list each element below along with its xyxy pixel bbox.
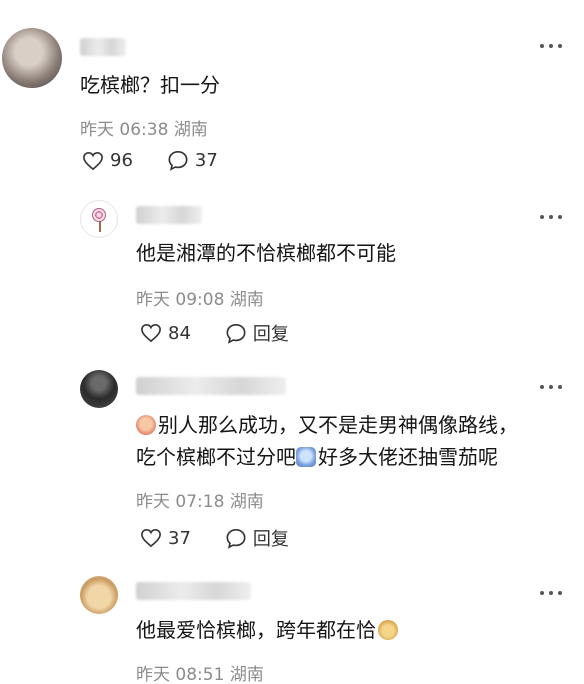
comment-text: 他最爱恰槟榔，跨年都在恰 [136, 615, 400, 645]
comment-location: 湖南 [229, 290, 264, 310]
avatar[interactable] [80, 576, 118, 614]
like-button[interactable]: 84 [140, 323, 191, 344]
reply-count-button[interactable]: 37 [167, 150, 218, 171]
reply-label: 回复 [252, 529, 289, 550]
heart-outline-icon [141, 528, 161, 548]
laughing-tears-emoji-icon [296, 447, 316, 467]
reply-count: 37 [194, 150, 218, 171]
comment-location: 湖南 [173, 120, 208, 140]
speech-bubble-icon [226, 528, 246, 549]
more-dots-icon[interactable] [540, 214, 562, 220]
like-button[interactable]: 37 [140, 528, 191, 549]
comment-time: 昨天 09:08 [136, 290, 225, 310]
heart-outline-icon [141, 323, 161, 343]
comment-meta: 昨天 08:51 湖南 [136, 660, 264, 684]
avatar[interactable] [80, 200, 118, 238]
comment-meta: 昨天 06:38 湖南 [80, 115, 208, 140]
comment-item: 吃槟榔？扣一分 昨天 06:38 湖南 96 37 [0, 0, 584, 190]
comment-thread: 吃槟榔？扣一分 昨天 06:38 湖南 96 37 他是湘潭的不恰槟榔都不可能 … [0, 0, 584, 684]
heart-outline-icon [83, 151, 103, 170]
speech-bubble-icon [226, 323, 246, 344]
more-dots-icon[interactable] [540, 384, 562, 390]
comment-time: 昨天 08:51 [136, 665, 225, 684]
comment-actions: 37 回复 [140, 525, 323, 551]
username-blurred[interactable] [136, 206, 202, 224]
reply-button[interactable]: 回复 [225, 320, 289, 346]
comment-text-line2: 吃个槟榔不过分吧 好多大佬还抽雪茄呢 [136, 445, 498, 469]
comment-meta: 昨天 09:08 湖南 [136, 285, 264, 310]
like-count: 84 [168, 322, 191, 344]
comment-actions: 96 37 [82, 150, 252, 171]
username-blurred[interactable] [136, 377, 286, 395]
avatar[interactable] [2, 28, 62, 88]
reply-label: 回复 [252, 324, 289, 345]
comment-text: 他是湘潭的不恰槟榔都不可能 [136, 241, 396, 265]
comment-location: 湖南 [229, 492, 264, 512]
dog-face-emoji-icon [378, 620, 398, 640]
comment-meta: 昨天 07:18 湖南 [136, 487, 264, 512]
comment-text: 吃槟榔？扣一分 [80, 73, 220, 97]
like-button[interactable]: 96 [82, 150, 133, 171]
comment-time: 昨天 07:18 [136, 492, 225, 512]
comment-text-line1: 别人那么成功，又不是走男神偶像路线， [136, 410, 518, 440]
reply-item: 他是湘潭的不恰槟榔都不可能 昨天 09:08 湖南 84 回复 [0, 190, 584, 355]
like-count: 37 [168, 527, 191, 549]
more-dots-icon[interactable] [540, 590, 562, 596]
crying-emoji-icon [136, 415, 156, 435]
comment-location: 湖南 [229, 665, 264, 684]
reply-item: 他最爱恰槟榔，跨年都在恰 昨天 08:51 湖南 [0, 568, 584, 684]
more-dots-icon[interactable] [540, 43, 562, 49]
like-count: 96 [110, 150, 133, 171]
reply-item: 别人那么成功，又不是走男神偶像路线， 吃个槟榔不过分吧 好多大佬还抽雪茄呢 昨天 … [0, 360, 584, 565]
username-blurred[interactable] [80, 38, 126, 56]
username-blurred[interactable] [136, 582, 251, 600]
avatar[interactable] [80, 370, 118, 408]
comment-time: 昨天 06:38 [80, 120, 169, 140]
comment-actions: 84 回复 [140, 320, 323, 346]
reply-button[interactable]: 回复 [225, 525, 289, 551]
speech-bubble-icon [168, 151, 188, 171]
